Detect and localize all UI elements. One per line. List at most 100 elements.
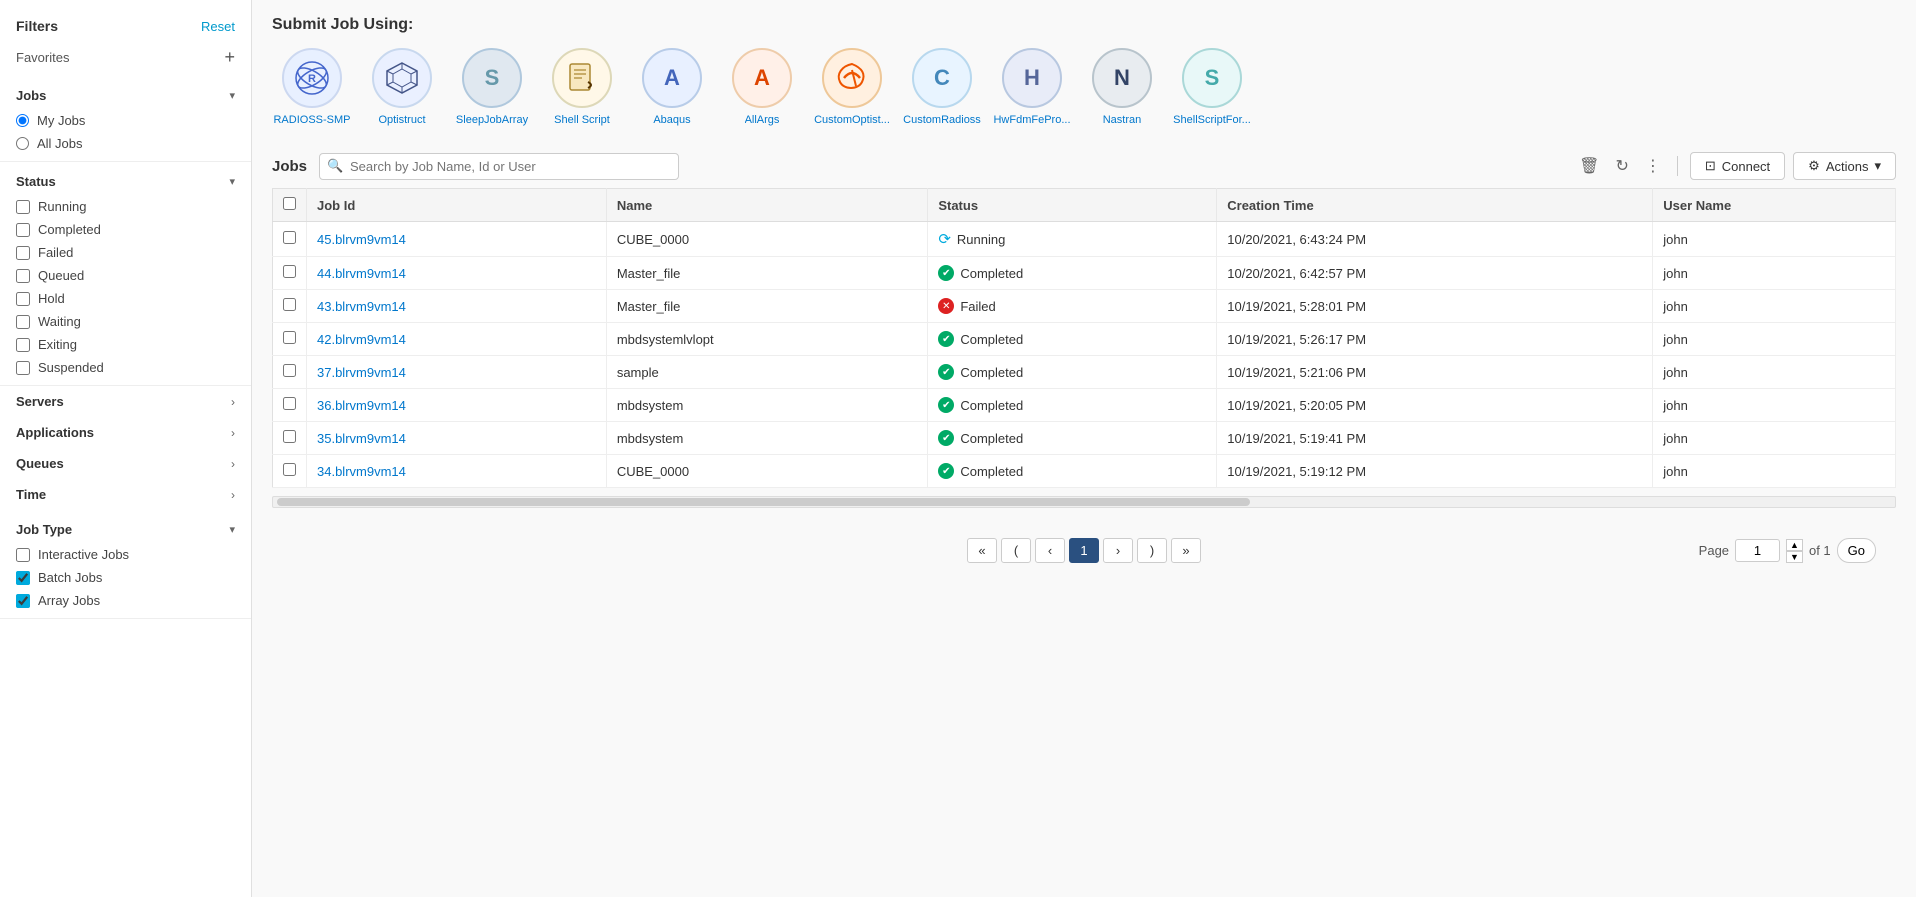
filters-title: Filters (16, 18, 58, 34)
user-name-cell: john (1653, 290, 1896, 323)
job-status-cell: ✔Completed (928, 455, 1217, 488)
job-id-link[interactable]: 35.blrvm9vm14 (317, 431, 406, 446)
app-radioss-smp[interactable]: R RADIOSS-SMP (272, 48, 352, 126)
actions-label: Actions (1826, 159, 1869, 174)
page-input[interactable] (1735, 539, 1780, 562)
job-id-cell: 44.blrvm9vm14 (307, 257, 607, 290)
all-jobs-radio[interactable] (16, 137, 29, 150)
row-checkbox[interactable] (283, 298, 296, 311)
app-customoptist[interactable]: CustomOptist... (812, 48, 892, 126)
job-name-cell: mbdsystem (606, 389, 928, 422)
last-page-button[interactable]: » (1171, 538, 1201, 563)
user-name-cell: john (1653, 323, 1896, 356)
search-input[interactable] (319, 153, 679, 180)
prev-paren-button[interactable]: ( (1001, 538, 1031, 563)
more-button[interactable]: ⋮ (1641, 154, 1665, 178)
servers-section[interactable]: Servers › (0, 386, 251, 417)
waiting-checkbox[interactable] (16, 315, 30, 329)
applications-section[interactable]: Applications › (0, 417, 251, 448)
completed-label[interactable]: Completed (38, 222, 101, 237)
queued-label[interactable]: Queued (38, 268, 84, 283)
all-jobs-label[interactable]: All Jobs (37, 136, 83, 151)
gear-icon: ⚙ (1808, 158, 1820, 174)
page-up-btn[interactable]: ▲ (1786, 539, 1803, 551)
running-checkbox[interactable] (16, 200, 30, 214)
app-nastran[interactable]: N Nastran (1082, 48, 1162, 126)
waiting-label[interactable]: Waiting (38, 314, 81, 329)
pagination-bar: « ( ‹ 1 › ) » Page ▲ ▼ of 1 Go (272, 528, 1896, 573)
row-checkbox[interactable] (283, 463, 296, 476)
job-status-cell: ✕Failed (928, 290, 1217, 323)
suspended-checkbox[interactable] (16, 361, 30, 375)
status-hold-item: Hold (0, 287, 251, 310)
array-jobs-label[interactable]: Array Jobs (38, 593, 100, 608)
first-page-button[interactable]: « (967, 538, 997, 563)
job-name-cell: mbdsystemlvlopt (606, 323, 928, 356)
job-name-cell: Master_file (606, 257, 928, 290)
favorites-add-button[interactable]: + (224, 48, 235, 66)
row-checkbox[interactable] (283, 265, 296, 278)
exiting-checkbox[interactable] (16, 338, 30, 352)
job-id-cell: 35.blrvm9vm14 (307, 422, 607, 455)
app-customradioss[interactable]: C CustomRadioss (902, 48, 982, 126)
row-checkbox[interactable] (283, 430, 296, 443)
job-id-link[interactable]: 37.blrvm9vm14 (317, 365, 406, 380)
job-id-link[interactable]: 44.blrvm9vm14 (317, 266, 406, 281)
next-page-button[interactable]: › (1103, 538, 1133, 563)
batch-jobs-checkbox[interactable] (16, 571, 30, 585)
row-checkbox[interactable] (283, 397, 296, 410)
select-all-checkbox[interactable] (283, 197, 296, 210)
completed-checkbox[interactable] (16, 223, 30, 237)
hold-label[interactable]: Hold (38, 291, 65, 306)
app-hwfdmpro[interactable]: H HwFdmFePro... (992, 48, 1072, 126)
row-checkbox[interactable] (283, 231, 296, 244)
failed-checkbox[interactable] (16, 246, 30, 260)
suspended-label[interactable]: Suspended (38, 360, 104, 375)
app-allargs[interactable]: A AllArgs (722, 48, 802, 126)
running-label[interactable]: Running (38, 199, 86, 214)
connect-button[interactable]: ⊡ Connect (1690, 152, 1785, 180)
go-button[interactable]: Go (1837, 538, 1876, 563)
page-down-btn[interactable]: ▼ (1786, 551, 1803, 563)
interactive-jobs-checkbox[interactable] (16, 548, 30, 562)
job-id-link[interactable]: 42.blrvm9vm14 (317, 332, 406, 347)
actions-button[interactable]: ⚙ Actions ▾ (1793, 152, 1896, 180)
job-id-link[interactable]: 43.blrvm9vm14 (317, 299, 406, 314)
my-jobs-radio[interactable] (16, 114, 29, 127)
row-checkbox[interactable] (283, 364, 296, 377)
job-id-cell: 36.blrvm9vm14 (307, 389, 607, 422)
job-id-link[interactable]: 45.blrvm9vm14 (317, 232, 406, 247)
status-completed-item: Completed (0, 218, 251, 241)
jobs-section-header[interactable]: Jobs ▾ (0, 82, 251, 109)
jobtype-section-header[interactable]: Job Type ▾ (0, 516, 251, 543)
failed-label[interactable]: Failed (38, 245, 73, 260)
reset-button[interactable]: Reset (201, 19, 235, 34)
array-jobs-checkbox[interactable] (16, 594, 30, 608)
queued-checkbox[interactable] (16, 269, 30, 283)
interactive-jobs-label[interactable]: Interactive Jobs (38, 547, 129, 562)
current-page-button[interactable]: 1 (1069, 538, 1099, 563)
row-checkbox[interactable] (283, 331, 296, 344)
row-checkbox-cell (273, 455, 307, 488)
app-shellscriptfor[interactable]: S ShellScriptFor... (1172, 48, 1252, 126)
status-section-header[interactable]: Status ▾ (0, 168, 251, 195)
delete-button[interactable]: 🗑 (1575, 154, 1603, 178)
job-id-link[interactable]: 36.blrvm9vm14 (317, 398, 406, 413)
batch-jobs-label[interactable]: Batch Jobs (38, 570, 102, 585)
app-sleepjobarray[interactable]: S SleepJobArray (452, 48, 532, 126)
user-name-cell: john (1653, 356, 1896, 389)
app-abaqus[interactable]: A Abaqus (632, 48, 712, 126)
next-paren-button[interactable]: ) (1137, 538, 1167, 563)
time-section[interactable]: Time › (0, 479, 251, 510)
job-id-link[interactable]: 34.blrvm9vm14 (317, 464, 406, 479)
prev-page-button[interactable]: ‹ (1035, 538, 1065, 563)
queues-section[interactable]: Queues › (0, 448, 251, 479)
app-shell-script[interactable]: Shell Script (542, 48, 622, 126)
refresh-button[interactable]: ↻ (1611, 154, 1632, 178)
job-name-cell: sample (606, 356, 928, 389)
exiting-label[interactable]: Exiting (38, 337, 77, 352)
my-jobs-label[interactable]: My Jobs (37, 113, 85, 128)
horizontal-scrollbar[interactable] (272, 496, 1896, 508)
app-optistruct[interactable]: Optistruct (362, 48, 442, 126)
hold-checkbox[interactable] (16, 292, 30, 306)
